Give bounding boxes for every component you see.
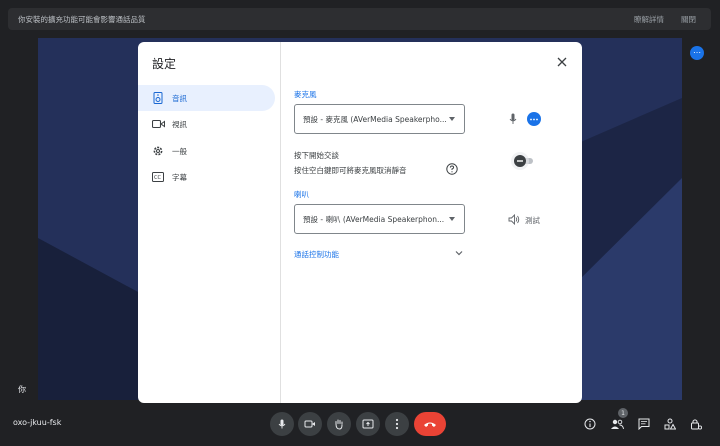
speaker-selected-value: 預設 - 喇叭 (AVerMedia Speakerphon... (303, 214, 445, 224)
notification-banner: 你安裝的擴充功能可能會影響通話品質 瞭解詳情 關閉 (8, 8, 711, 30)
speaker-device-icon (151, 91, 165, 105)
speaker-label: 喇叭 (294, 190, 309, 199)
present-screen-icon (362, 419, 374, 429)
activities-icon[interactable] (662, 416, 678, 432)
microphone-button[interactable] (270, 412, 294, 436)
learn-more-link[interactable]: 瞭解詳情 (634, 14, 664, 25)
gear-icon (151, 144, 165, 158)
volume-icon[interactable] (508, 214, 520, 225)
meeting-code: oxo-jkuu-fsk (13, 418, 62, 427)
end-call-icon (424, 422, 436, 427)
more-options-button[interactable] (385, 412, 409, 436)
settings-sidebar: 設定 音訊 視訊 一般 CC 字幕 (138, 42, 281, 403)
chevron-down-icon (449, 117, 455, 121)
video-camera-icon (304, 420, 315, 428)
raise-hand-button[interactable] (327, 412, 351, 436)
nav-label: 一般 (172, 146, 187, 156)
nav-item-audio[interactable]: 音訊 (138, 85, 275, 111)
speaker-select[interactable]: 預設 - 喇叭 (AVerMedia Speakerphon... (294, 204, 465, 234)
chat-icon[interactable] (636, 416, 652, 432)
test-speaker-button[interactable]: 測試 (525, 215, 540, 226)
meeting-details-icon[interactable] (582, 416, 598, 432)
chevron-down-icon (449, 217, 455, 221)
microphone-select[interactable]: 預設 - 麥克風 (AVerMedia Speakerpho... (294, 104, 465, 134)
nav-item-captions[interactable]: CC 字幕 (138, 164, 275, 190)
microphone-label: 麥克風 (294, 90, 317, 99)
vertical-dots-icon (395, 418, 399, 430)
nav-item-general[interactable]: 一般 (138, 138, 275, 164)
people-icon[interactable] (609, 416, 625, 432)
banner-close-link[interactable]: 關閉 (681, 14, 696, 25)
mic-level-indicator-icon (527, 112, 541, 126)
microphone-icon (509, 113, 517, 124)
camera-button[interactable] (298, 412, 322, 436)
close-dialog-button[interactable] (554, 54, 570, 70)
nav-item-video[interactable]: 視訊 (138, 111, 275, 137)
dialog-title: 設定 (152, 57, 177, 71)
leave-call-button[interactable] (414, 412, 446, 436)
nav-label: 視訊 (172, 119, 187, 129)
video-camera-icon (151, 117, 165, 131)
participant-name: 你 (18, 385, 26, 394)
close-icon (557, 57, 567, 67)
push-to-talk-description: 按住空白鍵即可將麥克風取消靜音 (294, 166, 407, 175)
host-controls-icon[interactable] (688, 416, 704, 432)
nav-label: 音訊 (172, 93, 187, 103)
nav-label: 字幕 (172, 172, 187, 182)
call-controls-toggle[interactable]: 通話控制功能 (294, 249, 339, 260)
banner-message: 你安裝的擴充功能可能會影響通話品質 (18, 14, 146, 24)
more-options-icon[interactable]: ⋯ (690, 46, 704, 60)
present-screen-button[interactable] (356, 412, 380, 436)
svg-text:CC: CC (154, 175, 161, 181)
push-to-talk-toggle[interactable] (510, 151, 534, 171)
microphone-selected-value: 預設 - 麥克風 (AVerMedia Speakerpho... (303, 114, 447, 124)
closed-caption-icon: CC (151, 170, 165, 184)
settings-dialog: 設定 音訊 視訊 一般 CC 字幕 麥克風 預設 - 麥克風 (AVerMedi… (138, 42, 582, 403)
help-icon[interactable] (446, 163, 458, 175)
microphone-icon (278, 419, 286, 429)
push-to-talk-title: 按下開始交談 (294, 151, 339, 160)
hand-icon (335, 419, 343, 430)
chevron-down-icon[interactable] (454, 248, 464, 258)
